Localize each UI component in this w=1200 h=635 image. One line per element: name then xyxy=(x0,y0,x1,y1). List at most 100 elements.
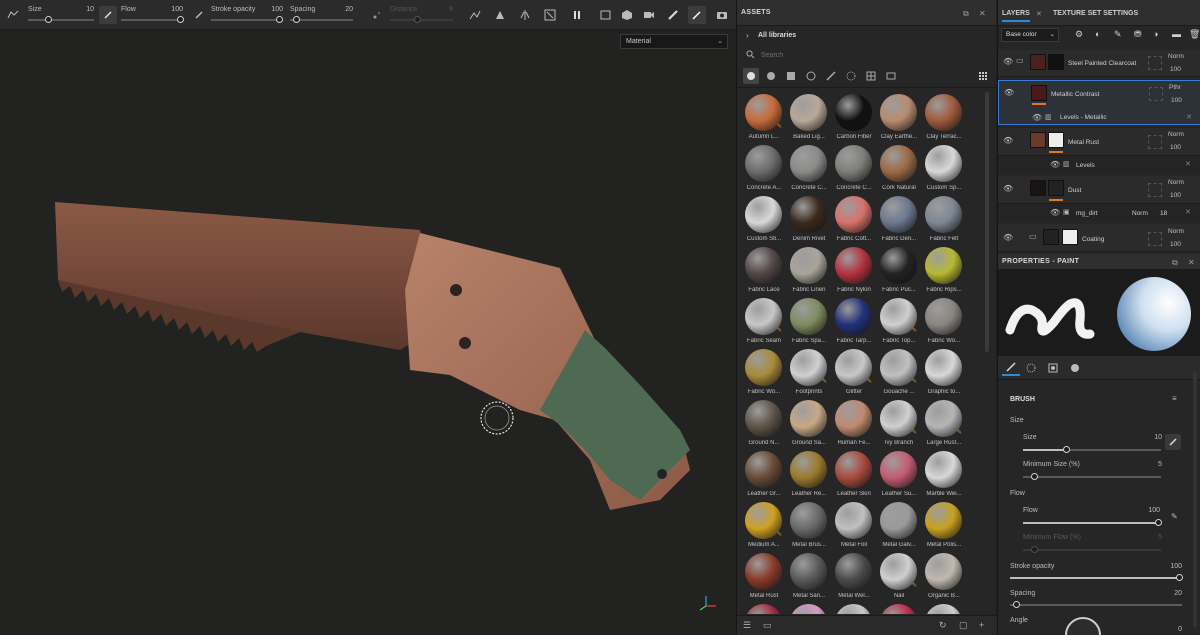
viewport-mode-icon[interactable] xyxy=(597,6,615,24)
asset-tile[interactable]: Marble Wei... xyxy=(922,449,964,500)
add-smart-material-icon[interactable]: ◑ xyxy=(1153,29,1158,39)
spacing-knob[interactable] xyxy=(293,16,300,23)
asset-tile[interactable]: Fabric Felt xyxy=(922,194,964,245)
lazy-mouse-icon[interactable] xyxy=(368,6,386,24)
visibility-eye-icon[interactable]: 👁 xyxy=(1003,184,1013,193)
asset-tile[interactable]: ✎ Nail xyxy=(877,551,921,602)
close-icon[interactable]: ✕ xyxy=(1188,258,1195,267)
brush-tab-icon[interactable] xyxy=(1002,360,1020,376)
asset-tile[interactable]: Clay Terrac... xyxy=(922,92,964,143)
effect-name[interactable]: Levels - Metallic xyxy=(1060,114,1107,121)
flow-knob[interactable] xyxy=(1155,519,1162,526)
visibility-eye-icon[interactable]: 👁 xyxy=(1050,208,1060,217)
brush-presets-icon[interactable]: ≡ xyxy=(1172,394,1177,403)
add-folder-icon[interactable]: ▬ xyxy=(1172,29,1181,39)
add-fill-layer-icon[interactable]: ⛃ xyxy=(1134,29,1142,40)
asset-tile[interactable]: Metal Brus... xyxy=(787,500,831,551)
effect-row-mg-dirt[interactable]: 👁 ▣ mg_dirt Norm 18 ✕ xyxy=(998,205,1200,221)
asset-tile[interactable] xyxy=(832,602,876,614)
add-paint-layer-icon[interactable]: ✎ xyxy=(1114,29,1122,40)
asset-tile[interactable]: Baked Lig... xyxy=(787,92,831,143)
asset-tile[interactable] xyxy=(787,602,831,614)
layer-blend-mode[interactable]: Norm xyxy=(1168,228,1184,235)
asset-tile[interactable]: Denim Rivet xyxy=(787,194,831,245)
flow-value[interactable]: 100 xyxy=(1134,507,1160,514)
filter-settings-icon[interactable]: ☰ xyxy=(743,620,751,631)
grid-view-icon[interactable] xyxy=(975,68,991,84)
asset-tile[interactable]: ✎ Gouache ... xyxy=(877,347,921,398)
asset-tile[interactable]: ✎ Ivy Branch xyxy=(877,398,921,449)
toolbar-size-slider[interactable]: Size 10 xyxy=(28,3,94,27)
asset-tile[interactable]: ✎ Footprints xyxy=(787,347,831,398)
distance-knob[interactable] xyxy=(414,16,421,23)
toolbar-flow-slider[interactable]: Flow 100 xyxy=(121,3,184,27)
filter-materials-icon[interactable] xyxy=(743,68,759,84)
library-selector[interactable]: › All libraries xyxy=(737,26,996,46)
size-knob[interactable] xyxy=(45,16,52,23)
asset-tile[interactable]: Metal San... xyxy=(787,551,831,602)
filter-environments-icon[interactable] xyxy=(883,68,899,84)
asset-tile[interactable]: Metal Polis... xyxy=(922,500,964,551)
asset-tile[interactable]: Concrete C... xyxy=(832,143,876,194)
effect-row-levels[interactable]: 👁 ▥ Levels ✕ xyxy=(998,157,1200,173)
layer-dust[interactable]: 👁 Dust Norm 100 xyxy=(998,176,1200,204)
add-mask-icon[interactable]: ◐ xyxy=(1095,29,1100,39)
asset-tile[interactable]: Fabric Wo... xyxy=(922,296,964,347)
tab-texture-set-settings[interactable]: TEXTURE SET SETTINGS xyxy=(1053,10,1138,17)
3d-viewport[interactable]: Material ⌄ xyxy=(0,30,736,635)
effect-opacity[interactable]: 18 xyxy=(1160,210,1167,217)
asset-tile[interactable]: ✎ Large Rust... xyxy=(922,398,964,449)
asset-tile[interactable]: Graphic to... xyxy=(922,347,964,398)
visibility-eye-icon[interactable]: 👁 xyxy=(1003,136,1013,145)
layer-blend-mode[interactable]: Pthr xyxy=(1169,84,1181,91)
toolbar-stroke-opacity-slider[interactable]: Stroke opacity 100 xyxy=(211,3,283,27)
asset-tile[interactable]: Metal Galv... xyxy=(877,500,921,551)
size-pen-pressure-icon[interactable] xyxy=(99,6,117,24)
asset-tile[interactable]: Metal Wel... xyxy=(832,551,876,602)
asset-tile[interactable] xyxy=(877,602,921,614)
layer-opacity[interactable]: 100 xyxy=(1170,192,1181,199)
asset-tile[interactable]: Custom Sti... xyxy=(742,194,786,245)
asset-tile[interactable]: Ground N... xyxy=(742,398,786,449)
asset-tile[interactable]: ✎ Fabric Top... xyxy=(877,296,921,347)
mirror-icon[interactable] xyxy=(516,6,534,24)
asset-tile[interactable] xyxy=(922,602,964,614)
stroke-opacity-value[interactable]: 100 xyxy=(1154,563,1182,570)
stroke-opacity-knob[interactable] xyxy=(276,16,283,23)
toolbar-distance-slider[interactable]: Distance 8 xyxy=(390,3,453,27)
asset-tile[interactable]: Fabric Cott... xyxy=(832,194,876,245)
maximize-icon[interactable]: ⧉ xyxy=(963,9,969,19)
layer-opacity[interactable]: 100 xyxy=(1170,241,1181,248)
alignment-tangent-icon[interactable] xyxy=(466,6,484,24)
filter-particles-icon[interactable] xyxy=(843,68,859,84)
spacing-knob[interactable] xyxy=(1013,601,1020,608)
asset-tile[interactable]: Fabric Spa... xyxy=(787,296,831,347)
asset-tile[interactable]: Leather Gr... xyxy=(742,449,786,500)
min-size-knob[interactable] xyxy=(1031,473,1038,480)
refresh-icon[interactable]: ↻ xyxy=(939,620,947,631)
angle-value[interactable]: 0 xyxy=(1154,626,1182,633)
filter-textures-icon[interactable] xyxy=(863,68,879,84)
asset-tile[interactable]: Leather Re... xyxy=(787,449,831,500)
flow-pen-pressure-icon[interactable]: ✎ xyxy=(1171,512,1178,521)
spacing-value[interactable]: 20 xyxy=(1154,590,1182,597)
layer-steel-painted-clearcoat[interactable]: 👁 ▭ Steel Painted Clearcoat Norm 100 xyxy=(998,50,1200,77)
asset-tile[interactable]: Human Fe... xyxy=(832,398,876,449)
layer-blend-mode[interactable]: Norm xyxy=(1168,53,1184,60)
filter-smart-masks-icon[interactable] xyxy=(783,68,799,84)
add-effect-icon[interactable]: ⚙ xyxy=(1075,29,1083,40)
asset-tile[interactable]: Concrete C... xyxy=(787,143,831,194)
screenshot-camera-icon[interactable] xyxy=(713,6,731,24)
new-folder-icon[interactable]: ▢ xyxy=(959,620,968,631)
asset-tile[interactable]: ✎ Autumn L... xyxy=(742,92,786,143)
asset-tile[interactable]: Fabric Rips... xyxy=(922,245,964,296)
assets-scrollbar[interactable] xyxy=(985,92,989,352)
layer-metallic-contrast[interactable]: 👁 Metallic Contrast Pthr 100 👁 ▥ Levels … xyxy=(998,80,1200,125)
visibility-eye-icon[interactable]: 👁 xyxy=(1003,233,1013,242)
asset-tile[interactable]: Clay Earthe... xyxy=(877,92,921,143)
layer-opacity[interactable]: 100 xyxy=(1171,97,1182,104)
asset-tile[interactable]: Custom Sp... xyxy=(922,143,964,194)
asset-tile[interactable]: Fabric Puc... xyxy=(877,245,921,296)
visibility-eye-icon[interactable]: 👁 xyxy=(1004,88,1014,97)
asset-tile[interactable]: Fabric Den... xyxy=(877,194,921,245)
